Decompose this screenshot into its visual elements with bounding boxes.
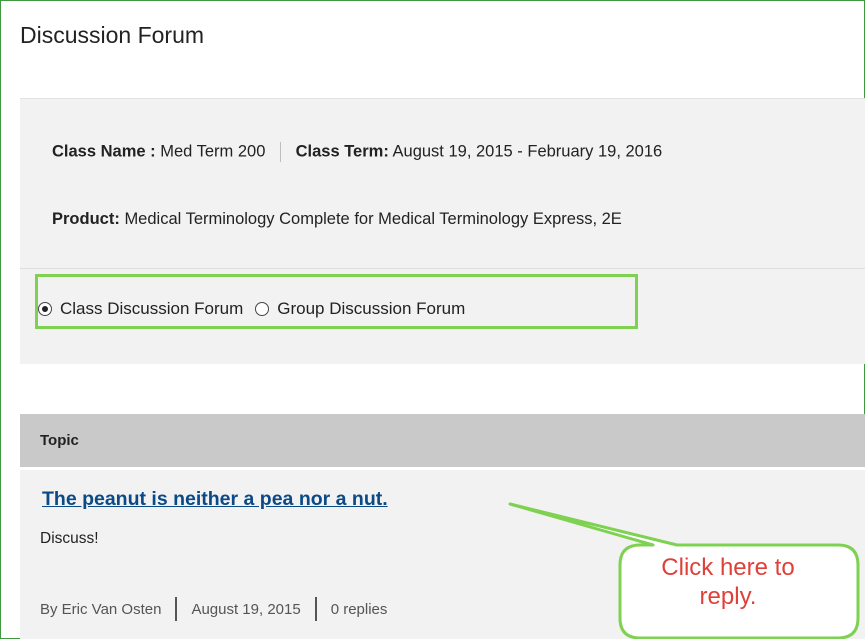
callout-text: Click here to reply.	[614, 553, 842, 611]
callout-line-2: reply.	[699, 583, 757, 610]
callout-line-1: Click here to	[661, 554, 795, 581]
callout-bubble	[508, 502, 860, 639]
